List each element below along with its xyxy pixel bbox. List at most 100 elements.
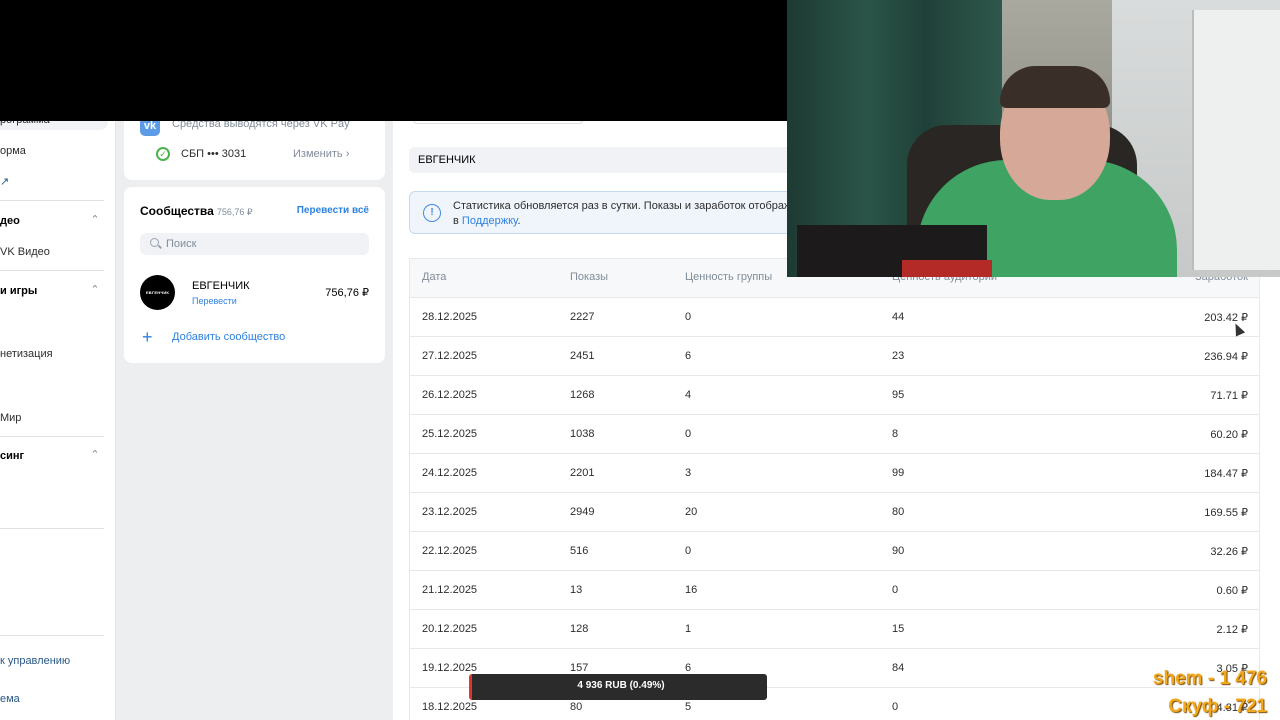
nav-section-games[interactable]: и игры [0,285,37,297]
table-row: 22.12.2025 516 0 90 32.26 ₽ [410,531,1259,570]
info-line: Статистика обновляется раз в сутки. Пока… [453,200,798,212]
plus-icon: + [142,327,153,347]
column-header-date[interactable]: Дата [422,271,446,283]
cell-views: 1038 [570,428,595,440]
community-list-item[interactable]: ЕВГЕНЧИК ЕВГЕНЧИК Перевести 756,76 ₽ [140,275,369,311]
webcam-background [1192,10,1280,270]
cell-date: 23.12.2025 [422,506,478,518]
nav-item-external[interactable]: ↗ [0,172,9,192]
cell-group-value: 16 [685,584,698,596]
check-circle-icon: ✓ [156,147,170,161]
nav-section-title: део [0,215,20,227]
donation-goal-bar: 4 936 RUB (0.49%) [469,674,767,700]
cell-views: 2949 [570,506,595,518]
nav-item-label: орма [0,145,26,157]
community-amount: 756,76 ₽ [325,287,369,299]
video-letterbox [0,0,787,121]
payout-method-row: ✓ СБП ••• 3031 Изменить › [156,147,366,163]
cell-views: 516 [570,545,589,557]
cell-date: 28.12.2025 [422,311,478,323]
cell-earnings: 32.26 ₽ [1210,546,1248,558]
nav-link-label: к управлению [0,655,71,667]
cell-date: 21.12.2025 [422,584,478,596]
cell-date: 20.12.2025 [422,623,478,635]
cell-date: 25.12.2025 [422,428,478,440]
transfer-all-button[interactable]: Перевести всё [297,205,369,216]
cell-audience-value: 0 [892,584,899,596]
cell-group-value: 3 [685,467,692,479]
add-community-button[interactable]: + Добавить сообщество [140,327,340,347]
cell-group-value: 6 [685,350,692,362]
chevron-up-icon[interactable]: ⌃ [89,449,101,461]
nav-section-advertising[interactable]: синг [0,450,24,462]
avatar: ЕВГЕНЧИК [140,275,175,310]
community-transfer-link[interactable]: Перевести [192,296,237,306]
table-row: 25.12.2025 1038 0 8 60.20 ₽ [410,414,1259,453]
cell-views: 2227 [570,311,595,323]
info-text: Статистика обновляется раз в сутки. Пока… [453,199,797,229]
cell-group-value: 5 [685,701,692,713]
cell-audience-value: 23 [892,350,905,362]
info-banner: ! Статистика обновляется раз в сутки. По… [409,191,809,234]
cell-audience-value: 0 [892,701,899,713]
nav-link-management[interactable]: к управлению [0,651,70,671]
cell-earnings: 203.42 ₽ [1204,312,1248,324]
nav-link-theme[interactable]: ема [0,689,20,709]
table-row: 26.12.2025 1268 4 95 71.71 ₽ [410,375,1259,414]
cell-views: 1268 [570,389,595,401]
cell-date: 26.12.2025 [422,389,478,401]
cell-group-value: 1 [685,623,692,635]
nav-divider [0,200,104,201]
table-row: 28.12.2025 2227 0 44 203.42 ₽ [410,297,1259,336]
cell-views: 2201 [570,467,595,479]
cell-audience-value: 99 [892,467,905,479]
change-label: Изменить [293,148,343,160]
chevron-right-icon: › [345,148,350,160]
nav-divider [0,635,104,636]
cell-date: 22.12.2025 [422,545,478,557]
cell-earnings: 2.12 ₽ [1216,624,1248,636]
cell-date: 24.12.2025 [422,467,478,479]
nav-item-label: VK Видео [0,246,50,258]
cell-earnings: 236.94 ₽ [1204,351,1248,363]
table-row: 20.12.2025 128 1 15 2.12 ₽ [410,609,1259,648]
cell-group-value: 0 [685,311,692,323]
nav-section-video[interactable]: део [0,215,20,227]
cell-audience-value: 44 [892,311,905,323]
cell-earnings: 60.20 ₽ [1210,429,1248,441]
add-community-label: Добавить сообщество [172,331,286,343]
column-header-views[interactable]: Показы [570,271,608,283]
cell-audience-value: 90 [892,545,905,557]
column-header-group-value[interactable]: Ценность группы [685,271,772,283]
search-input[interactable] [166,233,361,255]
communities-search[interactable] [140,233,369,255]
cell-earnings: 0.60 ₽ [1216,585,1248,597]
support-link[interactable]: Поддержку [462,215,518,227]
group-selector[interactable]: ЕВГЕНЧИК [409,147,809,173]
cell-group-value: 20 [685,506,698,518]
table-row: 23.12.2025 2949 20 80 169.55 ₽ [410,492,1259,531]
chevron-up-icon[interactable]: ⌃ [89,214,101,226]
chevron-up-icon[interactable]: ⌃ [89,284,101,296]
cell-group-value: 0 [685,545,692,557]
nav-section-title: синг [0,450,25,462]
info-suffix: . [517,215,521,227]
nav-divider [0,270,104,271]
cell-audience-value: 8 [892,428,899,440]
cell-audience-value: 15 [892,623,905,635]
earnings-table: Дата Показы Ценность группы Ценность ауд… [409,258,1260,720]
cell-earnings: 169.55 ₽ [1204,507,1248,519]
nav-link-label: ема [0,693,20,705]
cell-views: 13 [570,584,583,596]
change-payout-method-link[interactable]: Изменить › [293,148,349,160]
nav-item-vk-video[interactable]: VK Видео [0,242,50,262]
stream-counter-2: Скуф - 721 [1168,696,1267,717]
webcam-person [1000,66,1110,108]
external-link-icon: ↗ [0,176,10,188]
table-row: 24.12.2025 2201 3 99 184.47 ₽ [410,453,1259,492]
nav-item-mir[interactable]: Мир [0,408,21,428]
nav-item-form[interactable]: орма [0,141,26,161]
nav-item-monetization[interactable]: нетизация [0,344,53,364]
cell-audience-value: 84 [892,662,905,674]
cell-views: 80 [570,701,583,713]
